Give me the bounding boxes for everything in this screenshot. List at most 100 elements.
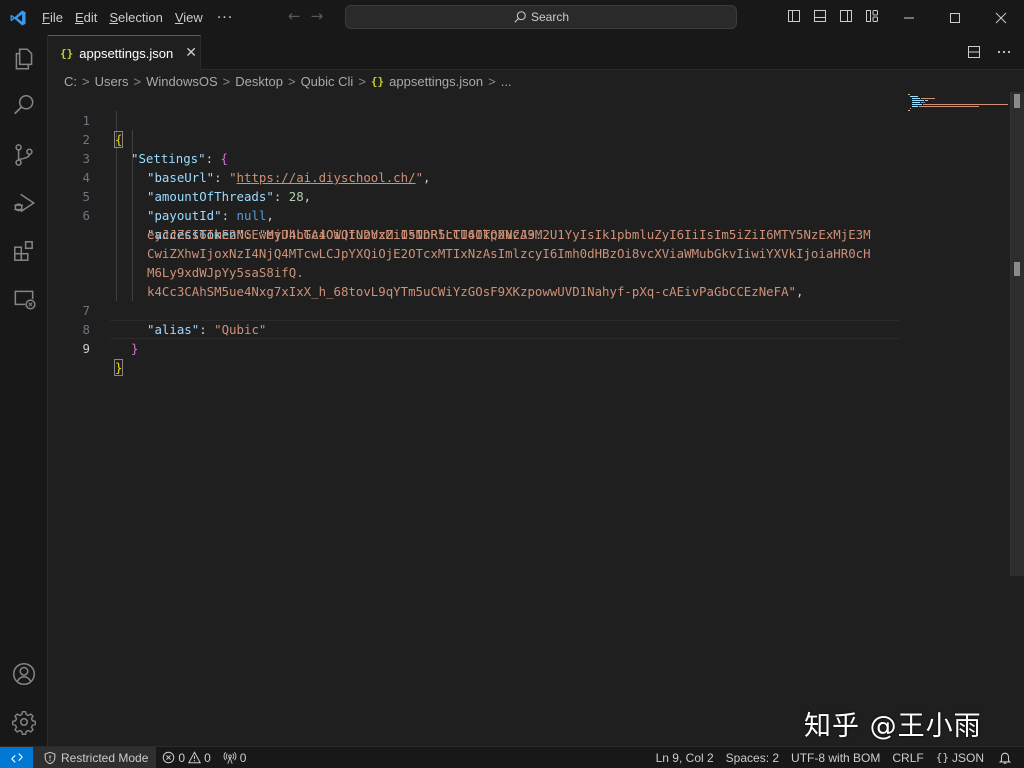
account-icon [12, 662, 36, 686]
extensions-icon [14, 241, 33, 261]
maximize-button[interactable] [932, 0, 978, 35]
menu-more-button[interactable]: ··· [209, 10, 241, 26]
error-icon [163, 751, 175, 764]
split-editor-icon[interactable] [966, 44, 982, 60]
breadcrumb-separator: > [133, 73, 142, 89]
code-line: 1 { [48, 92, 900, 148]
code-editor[interactable]: 1 { 2 "Settings": { 3 "baseUrl": "https:… [48, 92, 1024, 746]
encoding[interactable]: UTF-8 with BOM [785, 747, 886, 768]
settings-close-brace: } [131, 341, 139, 356]
restricted-mode-label: Restricted Mode [61, 750, 149, 765]
code-line: 6 "accessToken": "eyJhbGciOiJIUzUxMiIsIn… [48, 187, 900, 242]
minimize-button[interactable] [886, 0, 932, 35]
warning-count: 0 [204, 750, 211, 765]
menu-edit-mnemonic: E [74, 9, 84, 25]
line-number: 9 [82, 341, 90, 356]
ports-button[interactable]: 0 [217, 747, 253, 768]
warning-icon [188, 751, 202, 764]
menu-selection-mnemonic: S [109, 9, 119, 25]
minimap[interactable] [908, 92, 1008, 132]
tab-label: appsettings.json [79, 45, 174, 61]
explorer-button[interactable] [0, 35, 48, 83]
customize-layout-icon[interactable] [864, 8, 880, 24]
command-center-search[interactable]: Search [345, 5, 737, 29]
remote-explorer-button[interactable] [0, 275, 48, 323]
remote-explorer-icon [14, 290, 36, 310]
search-icon [14, 95, 34, 115]
scrollbar-cursor-marker [1014, 262, 1020, 276]
menu-selection[interactable]: Selection [103, 6, 168, 30]
menu-selection-label: election [118, 9, 163, 25]
menu-file[interactable]: File [36, 6, 69, 30]
breadcrumb-separator: > [222, 73, 231, 89]
extensions-button[interactable] [0, 227, 48, 275]
menu-file-mnemonic: F [42, 9, 50, 25]
remote-icon [10, 752, 23, 763]
title-bar: File Edit Selection View ··· ← → Search [0, 0, 1024, 35]
notifications-button[interactable] [990, 747, 1024, 768]
code-line-wrapped: M6Ly9xdWJpYy5saS8ifQ. [48, 244, 900, 280]
vscode-logo-icon [0, 0, 36, 35]
breadcrumb-separator: > [358, 73, 366, 89]
json-language-icon: {} [935, 751, 949, 764]
toggle-primary-sidebar-icon[interactable] [786, 8, 802, 24]
code-line-wrapped: k4Cc3CAhSM5ue4Nxg7xIxX_h_68tovL9qYTm5uCW… [48, 263, 900, 299]
ports-count: 0 [239, 750, 247, 765]
toggle-panel-icon[interactable] [812, 8, 828, 24]
json-file-icon: {} [60, 46, 74, 60]
breadcrumb-item[interactable]: WindowsOS [146, 74, 218, 89]
language-label: JSON [951, 750, 984, 765]
source-control-button[interactable] [0, 131, 48, 179]
editor-actions [966, 44, 1012, 60]
indentation[interactable]: Spaces: 2 [720, 747, 785, 768]
vertical-scrollbar[interactable] [1010, 92, 1024, 576]
window-controls [886, 0, 1024, 35]
breadcrumb-item[interactable]: Desktop [235, 74, 283, 89]
close-window-button[interactable] [978, 0, 1024, 35]
minimize-icon [904, 17, 914, 18]
manage-settings-button[interactable] [0, 698, 48, 746]
code-line: 2 "Settings": { [48, 111, 900, 166]
run-debug-button[interactable] [0, 179, 48, 227]
cursor-position[interactable]: Ln 9, Col 2 [650, 747, 720, 768]
breadcrumb-separator: > [82, 73, 90, 89]
code-line: 7 "alias": "Qubic" [48, 282, 900, 337]
forward-arrow-icon[interactable]: → [311, 7, 324, 25]
tab-appsettings-json[interactable]: {} appsettings.json ✕ [48, 35, 201, 70]
remote-indicator-button[interactable] [0, 746, 33, 768]
end-of-line[interactable]: CRLF [886, 747, 929, 768]
code-line: 5 "payoutId": null, [48, 168, 900, 223]
breadcrumb-item[interactable]: C: [64, 74, 77, 89]
breadcrumb-item[interactable]: Users [95, 74, 129, 89]
scrollbar-thumb[interactable] [1014, 94, 1020, 108]
language-mode[interactable]: {} JSON [930, 747, 990, 768]
breadcrumb: C: > Users > WindowsOS > Desktop > Qubic… [48, 70, 1024, 92]
menu-edit[interactable]: Edit [69, 6, 103, 30]
menu-edit-label: dit [83, 9, 98, 25]
source-control-icon [15, 144, 33, 166]
breadcrumb-symbols[interactable]: ... [501, 74, 512, 89]
toggle-secondary-sidebar-icon[interactable] [838, 8, 854, 24]
shield-icon [44, 751, 56, 764]
status-bar: Restricted Mode 0 0 0 Ln 9, Col 2 Spaces… [0, 746, 1024, 768]
problems-button[interactable]: 0 0 [156, 747, 216, 768]
error-count: 0 [178, 750, 186, 765]
more-actions-icon[interactable] [996, 44, 1012, 60]
close-tab-icon[interactable]: ✕ [185, 45, 197, 61]
accounts-button[interactable] [0, 650, 48, 698]
watermark: 知乎 @王小雨 [804, 711, 982, 742]
broadcast-icon [223, 751, 237, 764]
breadcrumb-file[interactable]: appsettings.json [389, 74, 483, 89]
breadcrumb-item[interactable]: Qubic Cli [301, 74, 354, 89]
code-line: 3 "baseUrl": "https://ai.diyschool.ch/", [48, 130, 900, 185]
back-arrow-icon[interactable]: ← [288, 7, 301, 25]
json-file-icon: {} [370, 74, 385, 88]
code-line-wrapped: eyJJZCI6ImE2NGEwMjU4LTA4OWQtNDYzZi05NDRl… [48, 206, 900, 242]
restricted-mode-button[interactable]: Restricted Mode [33, 746, 157, 768]
search-icon [514, 11, 526, 23]
code-line: 8 } [48, 301, 900, 356]
run-debug-icon [14, 193, 36, 213]
bell-icon [998, 752, 1012, 764]
menu-view[interactable]: View [169, 6, 209, 30]
search-view-button[interactable] [0, 81, 48, 129]
